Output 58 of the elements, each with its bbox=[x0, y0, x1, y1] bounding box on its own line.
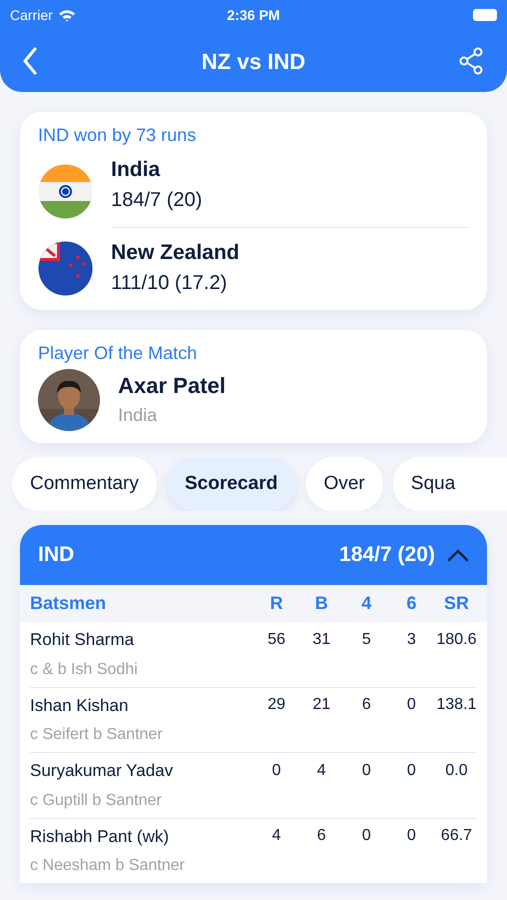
dismissal-text: c & b Ish Sodhi bbox=[30, 660, 139, 680]
table-cell-text: 0 bbox=[361, 826, 372, 846]
batsman-name: Suryakumar Yadav bbox=[30, 760, 174, 782]
dismissal-text: c Seifert b Santner bbox=[30, 725, 164, 745]
table-cell-text: 5 bbox=[361, 630, 372, 650]
column-header: 4 bbox=[360, 592, 372, 615]
team-code: IND bbox=[38, 542, 74, 568]
screen-title: NZ vs IND bbox=[202, 48, 306, 76]
tab[interactable]: Over bbox=[306, 457, 383, 511]
table-cell-text: 138.1 bbox=[435, 695, 478, 716]
column-header: Batsmen bbox=[30, 592, 108, 615]
column-header: SR bbox=[442, 592, 470, 615]
back-icon[interactable] bbox=[22, 47, 38, 75]
table-cell-text: 3 bbox=[406, 630, 417, 650]
table-cell-text: 4 bbox=[316, 760, 327, 781]
table-cell-text: 0 bbox=[406, 760, 417, 781]
batsman-name: Ishan Kishan bbox=[30, 694, 130, 716]
table-cell-text: 0 bbox=[406, 826, 417, 846]
column-header: B bbox=[314, 592, 329, 615]
tab[interactable]: Squa bbox=[392, 457, 507, 511]
player-country: India bbox=[118, 404, 158, 427]
flag-icon bbox=[38, 164, 93, 219]
tab[interactable]: Scorecard bbox=[166, 457, 296, 511]
team-name: India bbox=[111, 157, 162, 183]
table-cell-text: 0 bbox=[361, 760, 372, 781]
batsman-name: Rishabh Pant (wk) bbox=[30, 826, 170, 848]
column-header: R bbox=[269, 592, 284, 615]
carrier-label: Carrier bbox=[10, 6, 53, 24]
result-summary: IND won by 73 runs bbox=[38, 124, 198, 147]
column-header: 6 bbox=[405, 592, 418, 615]
wifi-icon bbox=[58, 8, 76, 22]
dismissal-text: c Guptill b Santner bbox=[30, 790, 163, 810]
table-cell-text: 6 bbox=[361, 695, 372, 716]
team-score: 111/10 (17.2) bbox=[111, 271, 228, 296]
table-cell-text: 0 bbox=[271, 760, 282, 781]
innings-score: 184/7 (20) bbox=[339, 542, 435, 568]
table-cell-text: 29 bbox=[266, 695, 286, 716]
table-cell-text: 180.6 bbox=[435, 630, 478, 650]
chevron-icon[interactable] bbox=[447, 548, 469, 562]
table-cell-text: 56 bbox=[266, 630, 286, 650]
table-cell-text: 66.7 bbox=[440, 826, 474, 846]
share-icon[interactable] bbox=[459, 47, 485, 75]
table-cell-text: 6 bbox=[316, 826, 327, 846]
team-score: 184/7 (20) bbox=[111, 188, 204, 213]
table-cell-text: 4 bbox=[271, 826, 282, 846]
battery-icon bbox=[473, 9, 497, 21]
dismissal-text: c Neesham b Santner bbox=[30, 856, 186, 876]
innings-header[interactable]: IND 184/7 (20) bbox=[20, 525, 487, 585]
batsman-name: Rohit Sharma bbox=[30, 629, 135, 651]
status-time: 2:36 PM bbox=[227, 6, 280, 24]
table-cell-text: 21 bbox=[312, 695, 332, 716]
team-name: New Zealand bbox=[111, 240, 240, 266]
table-cell-text: 0 bbox=[406, 695, 417, 716]
tab[interactable]: Commentary bbox=[12, 457, 157, 511]
table-cell-text: 0.0 bbox=[444, 760, 469, 781]
player-name: Axar Patel bbox=[118, 372, 226, 400]
table-cell-text: 31 bbox=[312, 630, 332, 650]
card-heading: Player Of the Match bbox=[38, 342, 198, 365]
